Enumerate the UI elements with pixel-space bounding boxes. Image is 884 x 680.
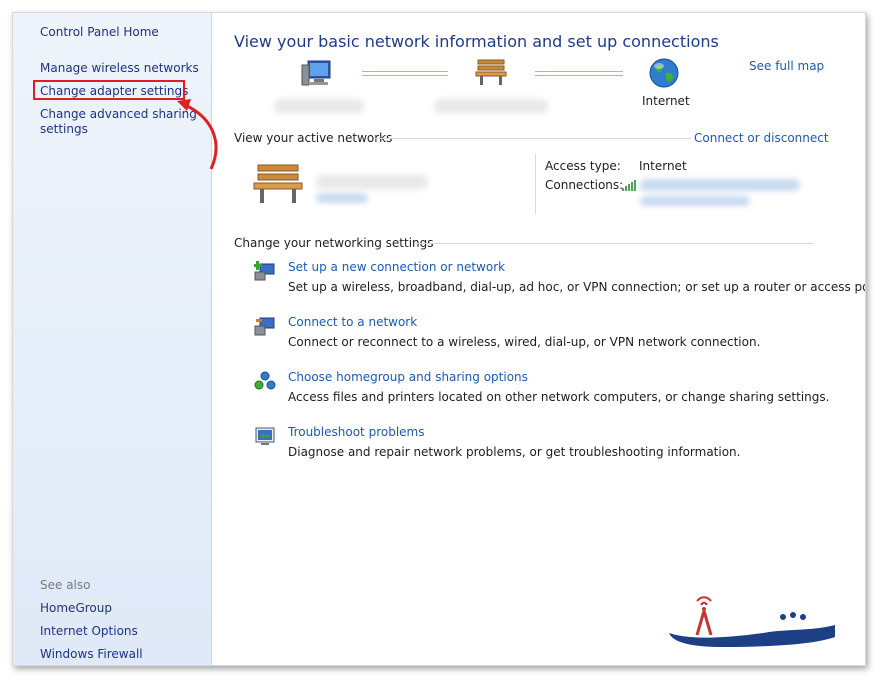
- signal-strength-icon: [622, 180, 636, 191]
- change-advanced-sharing-link-line2[interactable]: settings: [40, 122, 88, 136]
- setup-new-connection-description: Set up a wireless, broadband, dial-up, a…: [288, 280, 866, 294]
- bench-network-icon: [475, 59, 507, 85]
- homegroup-sharing-link[interactable]: Choose homegroup and sharing options: [288, 370, 528, 384]
- windows-firewall-link[interactable]: Windows Firewall: [40, 647, 143, 661]
- homegroup-sharing-icon: [254, 371, 276, 390]
- computer-icon: [301, 60, 331, 86]
- troubleshoot-problems-link[interactable]: Troubleshoot problems: [288, 425, 424, 439]
- connect-or-disconnect-link[interactable]: Connect or disconnect: [694, 131, 829, 145]
- connection-name-redacted-2: [640, 196, 750, 206]
- see-full-map-link[interactable]: See full map: [749, 59, 824, 73]
- left-navigation-pane: Control Panel Home Manage wireless netwo…: [13, 13, 218, 665]
- internet-globe-icon: [649, 58, 679, 88]
- connection-line: [362, 71, 448, 76]
- section-divider: [375, 138, 691, 139]
- troubleshoot-problems-description: Diagnose and repair network problems, or…: [288, 445, 741, 459]
- control-panel-home-link[interactable]: Control Panel Home: [40, 25, 159, 39]
- connection-line-2: [535, 71, 623, 76]
- internet-label: Internet: [642, 94, 690, 108]
- access-type-label: Access type:: [545, 159, 621, 173]
- highlight-box: [33, 80, 185, 100]
- homegroup-link[interactable]: HomeGroup: [40, 601, 112, 615]
- network-category-redacted: [316, 193, 368, 203]
- manage-wireless-networks-link[interactable]: Manage wireless networks: [40, 61, 199, 75]
- active-network-name-redacted: [316, 175, 428, 189]
- window: Control Panel Home Manage wireless netwo…: [12, 12, 866, 666]
- access-type-value: Internet: [639, 159, 687, 173]
- troubleshoot-icon: [255, 427, 275, 445]
- computer-name-redacted: [274, 99, 364, 113]
- internet-options-link[interactable]: Internet Options: [40, 624, 138, 638]
- active-networks-heading: View your active networks: [234, 131, 393, 145]
- network-name-redacted: [434, 99, 548, 113]
- section-divider-2: [414, 243, 814, 244]
- homegroup-sharing-description: Access files and printers located on oth…: [288, 390, 830, 404]
- main-content: View your basic network information and …: [212, 13, 865, 665]
- watermark-logo: [669, 596, 835, 647]
- page-title: View your basic network information and …: [234, 32, 719, 51]
- connections-label: Connections:: [545, 178, 624, 192]
- vertical-divider: [535, 153, 536, 215]
- connection-name-redacted[interactable]: [640, 179, 800, 191]
- connect-to-network-description: Connect or reconnect to a wireless, wire…: [288, 335, 761, 349]
- setup-new-connection-link[interactable]: Set up a new connection or network: [288, 260, 505, 274]
- bench-network-icon-large: [253, 164, 303, 203]
- setup-connection-icon: [254, 261, 275, 281]
- change-settings-heading: Change your networking settings: [234, 236, 434, 250]
- connect-to-network-link[interactable]: Connect to a network: [288, 315, 417, 329]
- connect-network-icon: [254, 317, 275, 336]
- see-also-label: See also: [40, 578, 91, 592]
